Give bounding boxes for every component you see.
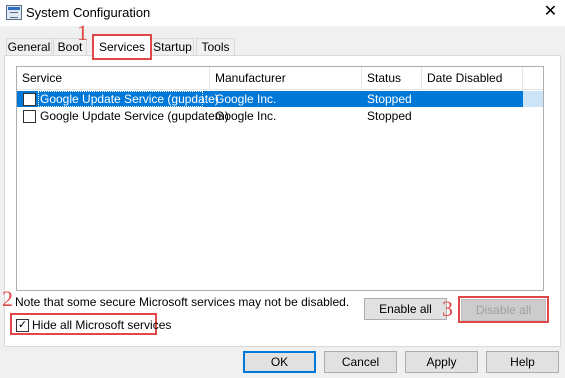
- tab-general[interactable]: General: [6, 38, 52, 56]
- secure-services-note: Note that some secure Microsoft services…: [15, 295, 350, 309]
- cancel-button[interactable]: Cancel: [324, 351, 397, 373]
- list-header: Service Manufacturer Status Date Disable…: [17, 67, 543, 90]
- step-2-annotation: 2: [2, 286, 13, 311]
- manufacturer: Google Inc.: [215, 109, 277, 123]
- row-checkbox[interactable]: [23, 110, 36, 123]
- column-header-manufacturer[interactable]: Manufacturer: [210, 67, 362, 89]
- service-name: Google Update Service (gupdate): [40, 92, 219, 106]
- ok-button[interactable]: OK: [243, 351, 316, 373]
- system-configuration-icon: [6, 5, 22, 20]
- hide-microsoft-services-checkbox[interactable]: ✓ Hide all Microsoft services: [10, 313, 171, 335]
- disable-all-button[interactable]: Disable all: [461, 299, 546, 321]
- window-title: System Configuration: [26, 5, 151, 20]
- column-header-status[interactable]: Status: [362, 67, 422, 89]
- checkmark-icon[interactable]: ✓: [16, 319, 29, 332]
- status: Stopped: [367, 109, 412, 123]
- column-header-date-disabled[interactable]: Date Disabled: [422, 67, 523, 89]
- table-row[interactable]: Google Update Service (gupdatem) Google …: [17, 108, 543, 124]
- service-name: Google Update Service (gupdatem): [40, 109, 229, 123]
- close-icon[interactable]: ✕: [536, 0, 565, 24]
- step-1-annotation: 1: [77, 20, 88, 45]
- step-3-annotation: 3: [442, 296, 453, 321]
- services-list[interactable]: Service Manufacturer Status Date Disable…: [16, 66, 544, 291]
- tab-services[interactable]: Services: [92, 34, 152, 60]
- table-row[interactable]: Google Update Service (gupdate) Google I…: [17, 91, 543, 107]
- row-checkbox[interactable]: [23, 93, 36, 106]
- help-button[interactable]: Help: [486, 351, 559, 373]
- status: Stopped: [367, 92, 412, 106]
- tab-startup[interactable]: Startup: [151, 38, 194, 56]
- hide-microsoft-services-label[interactable]: Hide all Microsoft services: [32, 318, 171, 332]
- apply-button[interactable]: Apply: [405, 351, 478, 373]
- manufacturer: Google Inc.: [215, 92, 277, 106]
- column-header-service[interactable]: Service: [17, 67, 210, 89]
- tab-tools[interactable]: Tools: [196, 38, 235, 56]
- enable-all-button[interactable]: Enable all: [364, 298, 447, 320]
